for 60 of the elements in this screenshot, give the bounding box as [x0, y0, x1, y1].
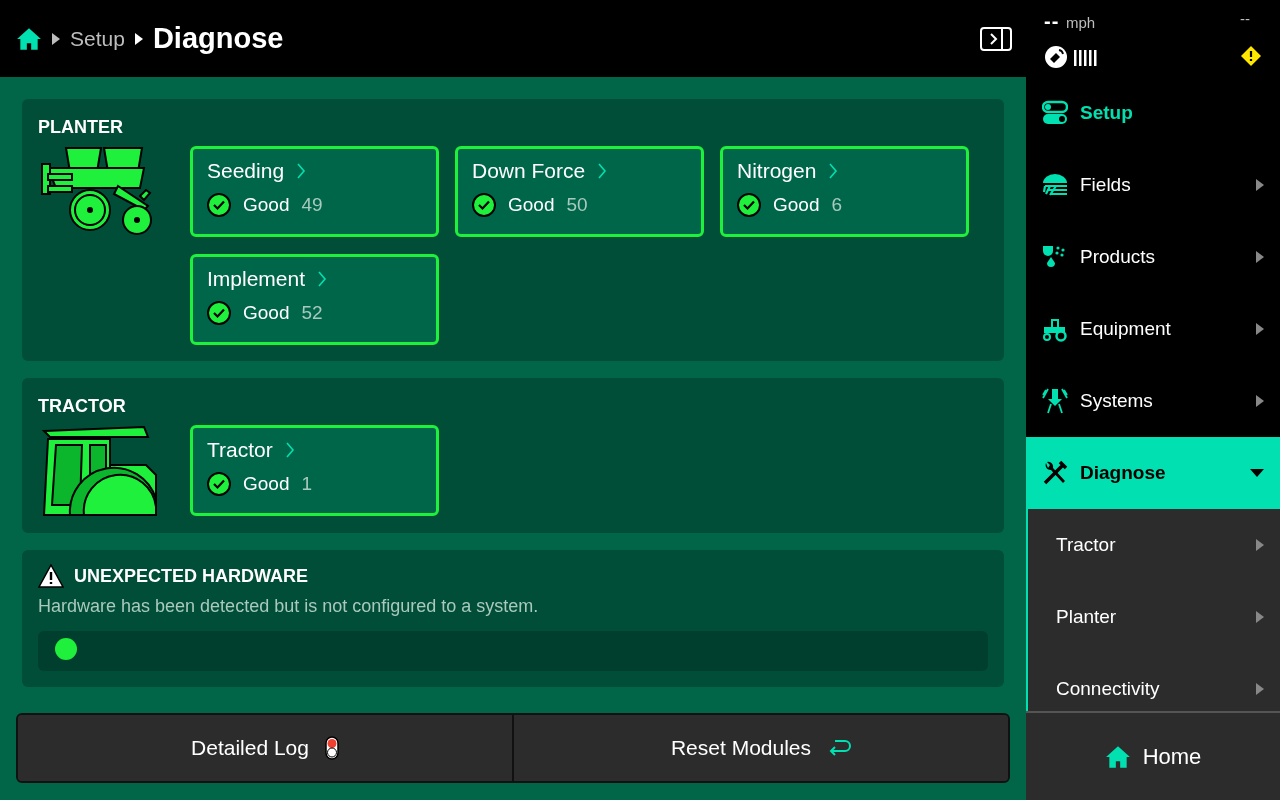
caret-right-icon [52, 32, 60, 45]
speed-value: -- [1044, 10, 1060, 32]
status-dot-icon [54, 637, 78, 661]
indicator-light-icon [324, 736, 339, 760]
check-circle-icon [207, 301, 231, 325]
toggles-icon [1042, 100, 1068, 126]
module-count: 52 [301, 302, 323, 324]
check-circle-icon [207, 193, 231, 217]
home-button[interactable]: Home [1026, 711, 1280, 800]
tools-icon [1042, 460, 1068, 486]
status-label: Good [773, 194, 820, 216]
breadcrumb-link[interactable]: Setup [70, 26, 125, 51]
check-circle-icon [472, 193, 496, 217]
module-count: 1 [301, 473, 313, 495]
action-button[interactable]: Reset Modules [512, 715, 1008, 781]
section-heading: UNEXPECTED HARDWARE [74, 565, 309, 587]
warning-icon [38, 564, 64, 588]
check-circle-icon [207, 472, 231, 496]
description-text: Hardware has been detected but is not configured to a system. [38, 596, 540, 617]
chevron-right-icon [317, 270, 328, 288]
module-card[interactable]: Nitrogen Good 6 [720, 146, 969, 237]
caret-right-icon [1256, 179, 1264, 191]
caret-right-icon [1256, 323, 1264, 335]
module-card[interactable]: Implement Good 52 [190, 254, 439, 345]
module-count: 49 [301, 194, 323, 216]
chevron-right-icon [597, 162, 608, 180]
chevron-right-icon [296, 162, 307, 180]
caret-right-icon [1256, 611, 1264, 623]
sprayer-icon [1042, 388, 1068, 414]
status-label: Good [508, 194, 555, 216]
chevron-right-icon [828, 162, 839, 180]
caret-right-icon [1256, 539, 1264, 551]
status-value: -- [1240, 10, 1251, 29]
field-rows-icon [1042, 172, 1068, 198]
panel-toggle-icon[interactable] [980, 26, 1012, 51]
module-card[interactable]: Seeding Good 49 [190, 146, 439, 237]
submenu-item[interactable]: Connectivity [1028, 653, 1280, 711]
module-count: 6 [831, 194, 843, 216]
submenu-item[interactable]: Tractor [1028, 509, 1280, 581]
page-title: Diagnose [152, 22, 284, 55]
gps-signal-icon [1044, 45, 1100, 69]
section-heading: PLANTER [38, 117, 123, 138]
caret-right-icon [1256, 251, 1264, 263]
status-label: Good [243, 473, 290, 495]
submenu-item[interactable]: Planter [1028, 581, 1280, 653]
status-label: Good [243, 302, 290, 324]
module-count: 50 [566, 194, 588, 216]
module-card[interactable]: Tractor Good 1 [190, 425, 439, 516]
check-circle-icon [737, 193, 761, 217]
tractor-icon [1042, 316, 1068, 342]
module-card[interactable]: Down Force Good 50 [455, 146, 704, 237]
section-heading: TRACTOR [38, 396, 126, 417]
status-label: Good [243, 194, 290, 216]
caret-right-icon [1256, 395, 1264, 407]
caret-right-icon [134, 32, 143, 45]
menu-item[interactable]: Diagnose [1026, 437, 1280, 509]
caret-down-icon [1250, 469, 1264, 477]
speed-unit: mph [1065, 14, 1096, 31]
chevron-right-icon [284, 441, 295, 459]
caret-right-icon [1256, 683, 1264, 695]
